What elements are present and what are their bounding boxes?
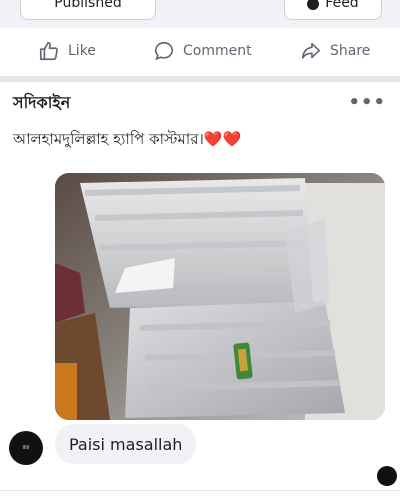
post-action-bar: Like Comment Share (0, 30, 400, 74)
comment-text: Paisi masallah (69, 434, 183, 454)
feed-button[interactable]: Feed (284, 0, 382, 20)
share-arrow-icon (301, 42, 321, 59)
feed-separator (0, 76, 400, 82)
comment-bubble-icon (154, 41, 174, 61)
commenter-avatar[interactable]: lllll (9, 431, 43, 465)
share-button[interactable]: Share (300, 40, 370, 62)
post-text: আলহামদুলিল্লাহ হ্যাপি কাস্টমার।❤️❤️ (13, 130, 242, 148)
comment-label: Comment (183, 43, 252, 59)
more-dots-icon[interactable]: ••• (348, 92, 386, 113)
feed-label: Feed (325, 0, 359, 11)
post-photo[interactable] (55, 173, 385, 420)
post-author[interactable]: সদিকাইন (13, 90, 70, 117)
comment-bubble[interactable]: Paisi masallah (55, 424, 197, 464)
bottom-divider (0, 490, 400, 491)
top-strip: Published Feed (0, 0, 400, 28)
published-label: Published (54, 0, 122, 11)
like-button[interactable]: Like (38, 40, 96, 62)
thumbs-up-icon (39, 41, 58, 61)
share-label: Share (330, 43, 371, 59)
feed-icon (307, 0, 320, 10)
like-label: Like (68, 43, 96, 59)
small-avatar[interactable] (377, 466, 397, 486)
comment-button[interactable]: Comment (153, 40, 252, 62)
published-button[interactable]: Published (20, 0, 156, 20)
photo-content (55, 173, 385, 420)
